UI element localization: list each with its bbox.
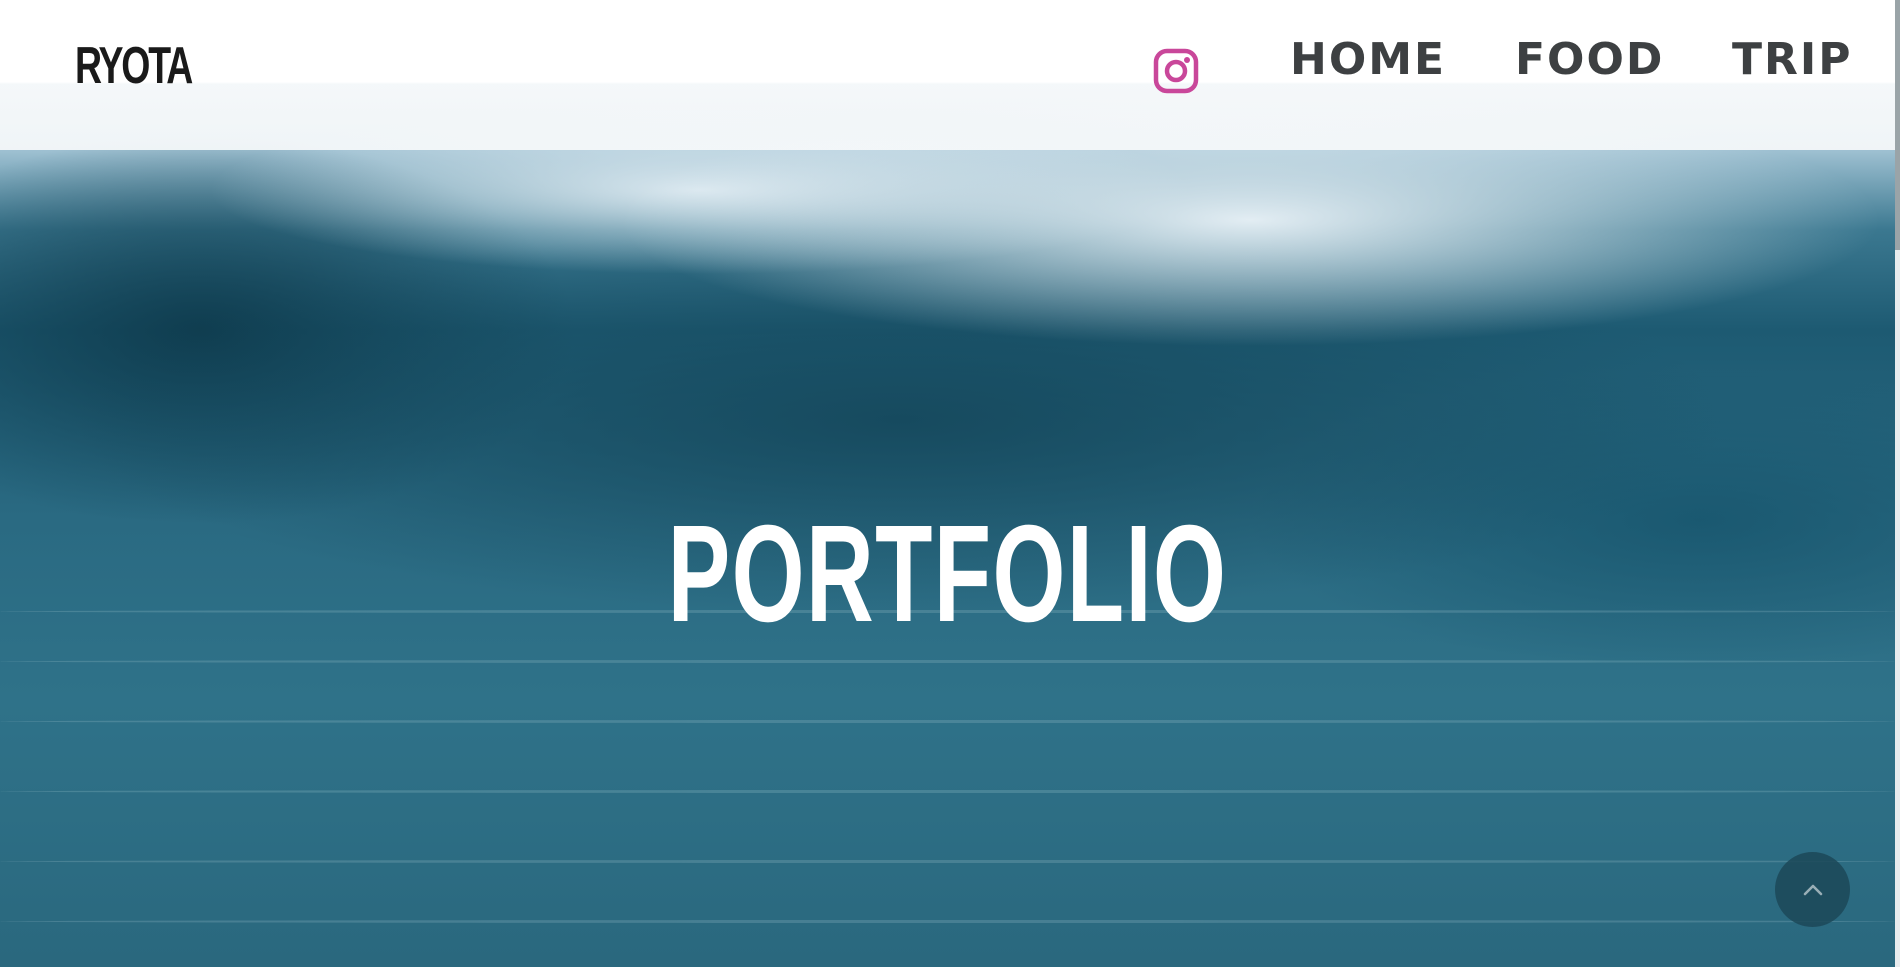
instagram-icon[interactable]	[1152, 47, 1200, 95]
scrollbar-thumb[interactable]	[1895, 0, 1900, 250]
chevron-up-icon	[1803, 884, 1823, 896]
hero-title: PORTFOLIO	[0, 505, 1895, 643]
nav-food-link[interactable]: FOOD	[1515, 38, 1664, 82]
scroll-to-top-button[interactable]	[1775, 852, 1850, 927]
hero-title-text: PORTFOLIO	[667, 497, 1228, 651]
page-scrollbar[interactable]	[1895, 0, 1900, 967]
site-logo[interactable]: RYOTA	[75, 40, 193, 92]
nav-home-link[interactable]: HOME	[1290, 38, 1446, 82]
nav-trip-link[interactable]: TRIP	[1732, 38, 1853, 82]
site-header: RYOTA HOME FOOD TRIP	[0, 0, 1895, 150]
